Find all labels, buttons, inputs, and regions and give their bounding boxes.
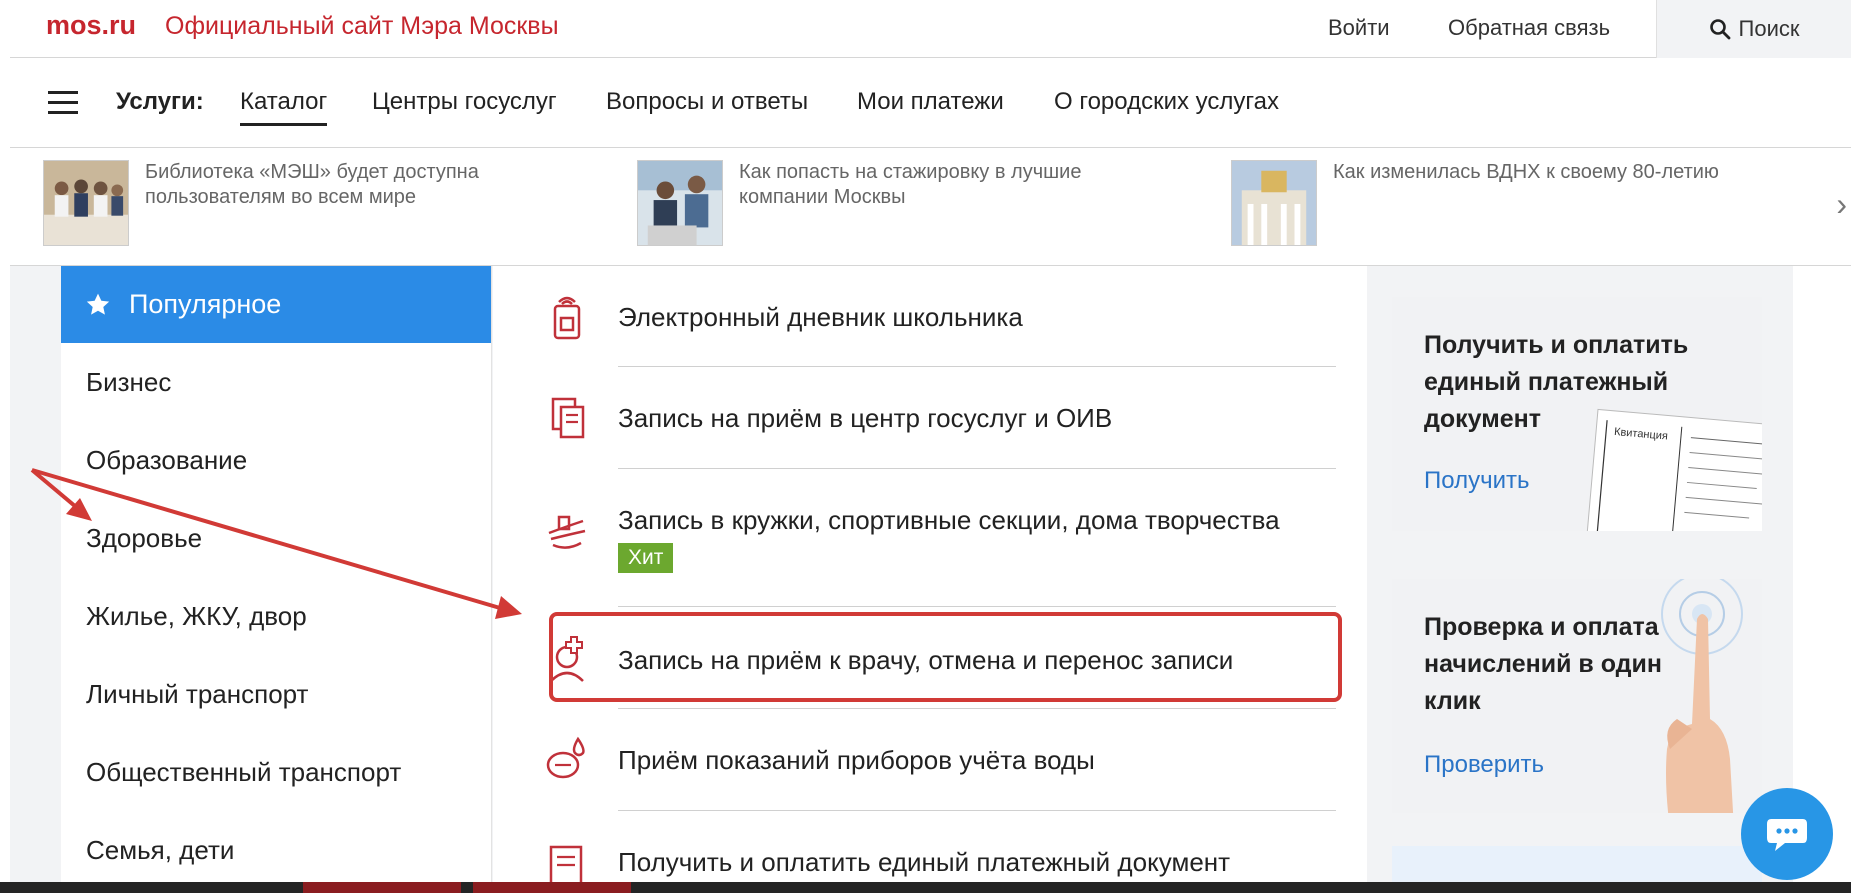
search-icon — [1709, 19, 1730, 40]
taskbar-item[interactable] — [473, 882, 631, 893]
sidebar-item-personal-transport[interactable]: Личный транспорт — [61, 655, 491, 733]
promo-card-check-charges[interactable]: Проверка и оплата начислений в один клик… — [1392, 579, 1762, 813]
nav-catalog[interactable]: Каталог — [240, 88, 328, 126]
news-text: Библиотека «МЭШ» будет доступна пользова… — [145, 161, 479, 208]
site-title[interactable]: Официальный сайт Мэра Москвы — [165, 12, 559, 41]
nav-about-services[interactable]: О городских услугах — [1054, 88, 1279, 116]
news-text: Как попасть на стажировку в лучшие компа… — [739, 161, 1082, 208]
news-thumbnail — [43, 160, 129, 246]
sidebar-item-popular[interactable]: Популярное — [61, 266, 491, 343]
news-text: Как изменилась ВДНХ к своему 80-летию — [1333, 161, 1719, 183]
news-item[interactable]: Как попасть на стажировку в лучшие компа… — [637, 160, 1139, 246]
document-icon — [551, 397, 585, 439]
service-label: Запись в кружки, спортивные секции, дома… — [618, 505, 1280, 535]
services-label: Услуги: — [116, 88, 204, 115]
chat-button[interactable] — [1741, 788, 1833, 880]
sidebar-item-public-transport[interactable]: Общественный транспорт — [61, 733, 491, 811]
top-header: mos.ru Официальный сайт Мэра Москвы Войт… — [10, 0, 1851, 58]
divider — [618, 468, 1336, 469]
divider — [618, 366, 1336, 367]
nav-service-centers[interactable]: Центры госуслуг — [372, 88, 557, 116]
sidebar-item-housing[interactable]: Жилье, ЖКУ, двор — [61, 577, 491, 655]
promo-link-check[interactable]: Проверить — [1424, 751, 1544, 779]
highlight-box — [549, 612, 1342, 702]
news-thumbnail — [1231, 160, 1317, 246]
login-link[interactable]: Войти — [1328, 15, 1390, 41]
promo-title: Проверка и оплата начислений в один клик — [1424, 613, 1663, 715]
chat-bubble-icon — [1767, 819, 1807, 851]
popular-services-list: Электронный дневник школьника Запись на … — [493, 266, 1367, 893]
nav-my-payments[interactable]: Мои платежи — [857, 88, 1004, 116]
services-nav: Услуги: Каталог Центры госуслуг Вопросы … — [10, 58, 1851, 148]
nav-faq[interactable]: Вопросы и ответы — [606, 88, 808, 116]
service-label: Получить и оплатить единый платежный док… — [618, 847, 1231, 877]
menu-icon[interactable] — [48, 91, 78, 115]
clubs-icon — [548, 515, 586, 549]
taskbar — [0, 882, 1851, 893]
sidebar-item-business[interactable]: Бизнес — [61, 343, 491, 421]
feedback-link[interactable]: Обратная связь — [1448, 15, 1610, 41]
promo-link-get[interactable]: Получить — [1424, 467, 1529, 495]
news-thumbnail — [637, 160, 723, 246]
sidebar-item-label: Популярное — [129, 289, 282, 319]
divider — [618, 708, 1336, 709]
service-label: Электронный дневник школьника — [618, 302, 1023, 332]
divider — [618, 810, 1336, 811]
search-label: Поиск — [1738, 16, 1800, 41]
star-icon — [86, 293, 110, 315]
service-label: Запись на приём в центр госуслуг и ОИВ — [618, 403, 1113, 433]
site-logo[interactable]: mos.ru — [46, 10, 136, 41]
promo-title: Получить и оплатить единый платежный док… — [1424, 331, 1689, 433]
chevron-right-icon[interactable]: › — [1836, 186, 1847, 223]
promo-card-payment-document[interactable]: Квитанция Получить и оплатить единый пла… — [1392, 297, 1762, 531]
catalog-content: Популярное Бизнес Образование Здоровье Ж… — [10, 266, 1793, 893]
sidebar-item-education[interactable]: Образование — [61, 421, 491, 499]
category-sidebar: Популярное Бизнес Образование Здоровье Ж… — [61, 266, 492, 893]
hit-badge: Хит — [618, 543, 674, 573]
sidebar-item-health[interactable]: Здоровье — [61, 499, 491, 577]
water-meter-icon — [546, 736, 585, 779]
search-button[interactable]: Поиск — [1656, 0, 1851, 58]
sidebar-item-family[interactable]: Семья, дети — [61, 811, 491, 889]
news-item[interactable]: Библиотека «МЭШ» будет доступна пользова… — [43, 160, 545, 246]
news-item[interactable]: Как изменилась ВДНХ к своему 80-летию — [1231, 160, 1733, 246]
taskbar-item[interactable] — [303, 882, 461, 893]
school-diary-icon — [553, 296, 581, 340]
news-strip: Библиотека «МЭШ» будет доступна пользова… — [10, 148, 1851, 266]
divider — [618, 606, 1336, 607]
service-label: Приём показаний приборов учёта воды — [618, 745, 1095, 775]
